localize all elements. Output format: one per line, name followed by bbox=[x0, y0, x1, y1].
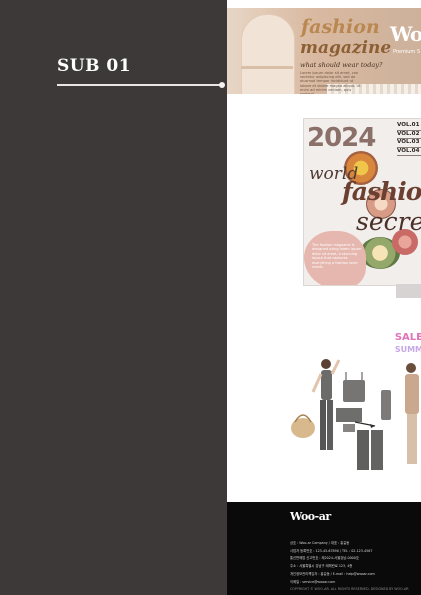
poster-word-secret: secret bbox=[356, 207, 421, 236]
hero-title-line2: magazine bbox=[300, 38, 392, 58]
footer-info-line: 이메일 : service@wooar.com bbox=[290, 579, 336, 584]
hero-brand-logo: Woo bbox=[390, 22, 421, 46]
poster-word-fashion: fashion bbox=[342, 177, 421, 206]
poster-body-text: The fashion magazine is designed using l… bbox=[312, 243, 362, 270]
poster-tab bbox=[396, 284, 421, 298]
sidebar-panel: SUB 01 bbox=[0, 0, 227, 595]
footer-copyright: COPYRIGHT © WOO-AR. ALL RIGHTS RESERVED.… bbox=[290, 587, 409, 592]
footer-info-line: 개인정보관리책임자 : 홍길동 / E-mail : help@wooar.co… bbox=[290, 571, 375, 576]
hero-brand-subtitle: Premium S bbox=[393, 49, 421, 55]
footer-info-line: 상호 : Woo-ar Company / 대표 : 홍길동 bbox=[290, 541, 350, 545]
volume-item: VOL.01 S bbox=[397, 122, 421, 131]
footer-info-line: 주소 : 서울특별시 강남구 테헤란로 123, 4층 bbox=[290, 564, 353, 569]
poster-year: 2024 bbox=[307, 123, 376, 153]
magazine-poster[interactable]: 2024 VOL.01 S VOL.02 S VOL.03 S VOL.04 S… bbox=[303, 118, 421, 286]
volume-item: VOL.02 S bbox=[397, 131, 421, 139]
section-title: SUB 01 bbox=[57, 56, 132, 76]
hero-question: what should wear today? bbox=[300, 61, 383, 69]
outfit-showcase[interactable]: SALE SUMM bbox=[283, 320, 421, 482]
promo-label: SALE bbox=[394, 332, 421, 343]
promo-sublabel: SUMM bbox=[394, 345, 421, 354]
footer-info-line: 사업자 등록번호 : 123-45-67890 / TEL : 02-123-4… bbox=[290, 548, 373, 553]
footer-logo: Woo-ar bbox=[290, 510, 331, 523]
footer-info: 상호 : Woo-ar Company / 대표 : 홍길동 사업자 등록번호 … bbox=[290, 540, 415, 594]
hero-title-line1: fashion bbox=[301, 16, 380, 38]
site-footer: Woo-ar 상호 : Woo-ar Company / 대표 : 홍길동 사업… bbox=[227, 502, 421, 595]
volume-item: VOL.04 S bbox=[397, 148, 421, 156]
volume-list: VOL.01 S VOL.02 S VOL.03 S VOL.04 S bbox=[397, 122, 421, 156]
volume-item: VOL.03 S bbox=[397, 139, 421, 148]
footer-info-line: 통신판매업 신고번호 : 제2024-서울강남-0000호 bbox=[290, 556, 359, 561]
preview-column: fashion magazine what should wear today?… bbox=[227, 0, 421, 595]
arch-decoration bbox=[241, 14, 295, 94]
arch-shelf bbox=[241, 66, 293, 69]
title-underline-dot bbox=[219, 82, 225, 88]
hero-body-text: Lorem ipsum dolor sit amet, con sectetur… bbox=[300, 71, 361, 94]
hero-banner[interactable]: fashion magazine what should wear today?… bbox=[227, 8, 421, 94]
title-underline bbox=[57, 84, 221, 86]
